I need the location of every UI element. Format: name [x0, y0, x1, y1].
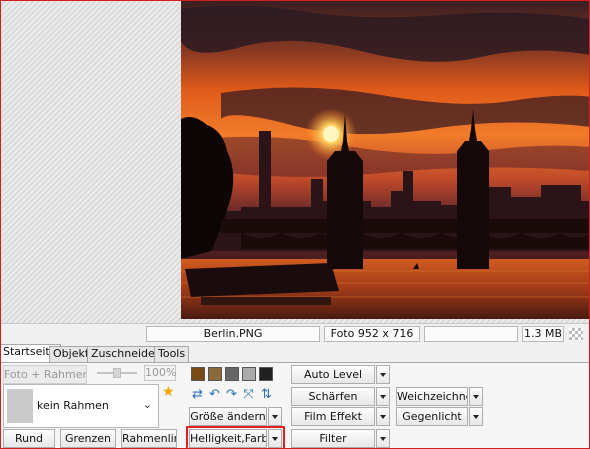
filter-dropdown[interactable]	[376, 429, 390, 448]
round-button[interactable]: Rund	[3, 429, 55, 448]
transparency-checker-icon	[569, 328, 583, 340]
auto-level-button[interactable]: Auto Level	[291, 365, 375, 384]
tone-gray-icon[interactable]	[225, 367, 239, 381]
perspective-icon[interactable]: ⤧	[241, 387, 256, 402]
tone-brown-icon[interactable]	[208, 367, 222, 381]
status-filename: Berlin.PNG	[146, 326, 320, 342]
resize-dropdown[interactable]	[268, 407, 282, 426]
rotate-left-icon[interactable]: ↶	[207, 387, 222, 402]
film-effect-dropdown[interactable]	[376, 407, 390, 426]
auto-level-dropdown[interactable]	[376, 365, 390, 384]
tone-light-gray-icon[interactable]	[242, 367, 256, 381]
ribbon-tabs: Startseite Objekt Zuschneiden Tools	[1, 344, 589, 363]
chevron-down-icon: ⌄	[142, 398, 152, 411]
status-empty	[424, 326, 518, 342]
status-filesize: 1.3 MB	[522, 326, 564, 342]
frame-select-value: kein Rahmen	[37, 399, 109, 412]
status-bar: Berlin.PNG Foto 952 x 716 1.3 MB	[1, 323, 589, 343]
tone-black-icon[interactable]	[259, 367, 273, 381]
backlight-button[interactable]: Gegenlicht	[396, 407, 468, 426]
zoom-slider-thumb[interactable]	[113, 368, 121, 378]
sharpen-dropdown[interactable]	[376, 387, 390, 406]
flip-icon[interactable]: ⇄	[190, 387, 205, 402]
frame-thumbnail	[7, 389, 33, 423]
selection-highlight	[186, 426, 285, 448]
borders-button[interactable]: Grenzen	[60, 429, 116, 448]
resize-button[interactable]: Größe ändern	[189, 407, 267, 426]
image-canvas[interactable]	[1, 1, 589, 323]
frame-select[interactable]: kein Rahmen ⌄	[3, 384, 159, 428]
film-effect-button[interactable]: Film Effekt	[291, 407, 375, 426]
backlight-dropdown[interactable]	[469, 407, 483, 426]
photo-image	[181, 1, 589, 319]
photo-berlin-sunset[interactable]	[181, 1, 589, 319]
zoom-field[interactable]: 100%	[144, 365, 176, 381]
rotate-right-icon[interactable]: ↷	[224, 387, 239, 402]
soften-button[interactable]: Weichzeichnen	[396, 387, 468, 406]
photo-frame-button[interactable]: Foto + Rahmen	[3, 365, 87, 384]
sharpen-button[interactable]: Schärfen	[291, 387, 375, 406]
app-window: Berlin.PNG Foto 952 x 716 1.3 MB Startse…	[0, 0, 590, 449]
filter-button[interactable]: Filter	[291, 429, 375, 448]
status-dimensions: Foto 952 x 716	[324, 326, 420, 342]
soften-dropdown[interactable]	[469, 387, 483, 406]
straighten-icon[interactable]: ⇅	[259, 387, 274, 402]
favorite-star-icon[interactable]: ★	[162, 385, 175, 399]
tab-tools[interactable]: Tools	[154, 346, 190, 362]
zoom-slider[interactable]	[97, 368, 137, 378]
tone-sepia-icon[interactable]	[191, 367, 205, 381]
frame-line-button[interactable]: Rahmenlinie	[121, 429, 177, 448]
